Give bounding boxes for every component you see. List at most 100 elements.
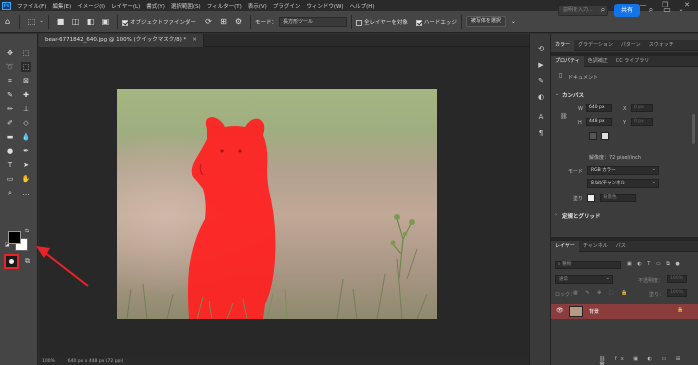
hard-edge-label: ハードエッジ bbox=[423, 19, 457, 26]
menu-window[interactable]: ウィンドウ(W) bbox=[303, 2, 346, 10]
tab-pattern[interactable]: パターン bbox=[617, 40, 645, 51]
menu-edit[interactable]: 編集(E) bbox=[49, 2, 74, 10]
object-selection-tool-icon[interactable]: ⬚ bbox=[27, 17, 36, 26]
search-icon[interactable]: ⌕ bbox=[598, 5, 608, 15]
opacity-field[interactable]: 100% bbox=[667, 275, 687, 283]
fill-opacity-label: 塗り： bbox=[649, 292, 665, 298]
tab-cc-libraries[interactable]: CC ライブラリ bbox=[612, 56, 654, 67]
menu-type[interactable]: 書式(Y) bbox=[143, 2, 168, 10]
fill-swatch[interactable] bbox=[587, 194, 595, 202]
document-canvas[interactable] bbox=[117, 89, 437, 319]
lock-icons[interactable]: ▦ ✎ ✥ ⬚ 🔒 bbox=[573, 290, 630, 296]
divider bbox=[117, 14, 118, 29]
color-mode-value: RGB カラー bbox=[591, 168, 616, 173]
menu-select[interactable]: 選択範囲(S) bbox=[168, 2, 204, 10]
sample-all-layers-checkbox[interactable] bbox=[356, 19, 363, 26]
show-objects-icon[interactable]: ⊞ bbox=[219, 17, 228, 26]
menu-image[interactable]: イメージ(I) bbox=[74, 2, 108, 10]
chevron-right-icon[interactable]: › bbox=[555, 212, 557, 218]
new-selection-icon[interactable]: ■ bbox=[56, 17, 65, 26]
height-label: H bbox=[578, 120, 582, 126]
menu-layer[interactable]: レイヤー(L) bbox=[108, 2, 143, 10]
fill-label: 塗り bbox=[573, 196, 584, 202]
workspace-icon[interactable]: ▭ bbox=[662, 5, 672, 15]
photoshop-logo-icon[interactable]: Ps bbox=[2, 1, 11, 10]
tab-adjustments[interactable]: 色調補正 bbox=[584, 56, 612, 67]
tab-gradient[interactable]: グラデーション bbox=[574, 40, 617, 51]
properties-panel-tabs: プロパティ 色調補正 CC ライブラリ bbox=[551, 55, 698, 67]
color-mode-label: モード bbox=[568, 169, 584, 175]
layer-thumbnail bbox=[569, 306, 583, 317]
tab-channels[interactable]: チャンネル bbox=[579, 241, 612, 252]
menu-file[interactable]: ファイル(F) bbox=[14, 2, 49, 10]
document-area: bear-6771842_640.jpg @ 100% (クイックマスク/8) … bbox=[36, 34, 529, 365]
landscape-orientation-icon[interactable] bbox=[601, 132, 609, 140]
character-icon[interactable]: A bbox=[536, 112, 546, 122]
refresh-icon[interactable]: ⟳ bbox=[204, 17, 213, 26]
eye-icon[interactable]: 👁 bbox=[556, 307, 564, 314]
gear-icon[interactable]: ⚙ bbox=[234, 17, 243, 26]
fill-opacity-field[interactable]: 100% bbox=[667, 289, 687, 297]
divider bbox=[460, 14, 462, 29]
add-selection-icon[interactable]: ◫ bbox=[71, 17, 80, 26]
hard-edge-checkbox[interactable] bbox=[415, 19, 422, 26]
play-icon[interactable]: ▶ bbox=[536, 60, 546, 70]
discover-icon[interactable]: ⌕ bbox=[646, 5, 656, 15]
menu-filter[interactable]: フィルター(T) bbox=[204, 2, 245, 10]
portrait-orientation-icon[interactable] bbox=[589, 132, 597, 140]
rulers-grid-heading: 定規とグリッド bbox=[562, 214, 601, 220]
home-icon[interactable]: ⌂ bbox=[3, 17, 12, 26]
paragraph-icon[interactable]: ¶ bbox=[536, 128, 546, 138]
share-button[interactable]: 共有 bbox=[614, 4, 640, 17]
height-field[interactable]: 448 px bbox=[586, 118, 612, 126]
x-field[interactable]: 0 px bbox=[631, 104, 653, 112]
width-field[interactable]: 640 px bbox=[586, 104, 612, 112]
y-label: Y bbox=[623, 120, 627, 126]
tab-color[interactable]: カラー bbox=[551, 39, 575, 51]
chevron-down-icon[interactable]: ⌄ bbox=[555, 91, 559, 97]
mode-dropdown-value: 長方形ツール bbox=[283, 18, 314, 25]
color-mode-dropdown[interactable]: RGB カラー bbox=[587, 166, 659, 175]
document-icon: ▯ bbox=[559, 72, 563, 79]
chevron-down-icon[interactable]: ⌄ bbox=[509, 17, 518, 26]
filter-icons[interactable]: ▣ ◐ T ▭ ⧉ ● bbox=[627, 261, 682, 267]
blend-mode-dropdown[interactable]: 通常 bbox=[555, 275, 613, 284]
object-finder-label: オブジェクトファインダー bbox=[130, 19, 197, 26]
object-finder-checkbox[interactable] bbox=[122, 19, 128, 26]
layer-filter-search[interactable]: ⌕ 種類 bbox=[555, 261, 621, 269]
resolution-text: 解像度：72 pixel/inch bbox=[589, 155, 641, 161]
layer-actions-icons[interactable]: ⛓ fx ▣ ◐ ▭ ⊞ 🗑 bbox=[599, 356, 698, 365]
menu-plugins[interactable]: プラグイン bbox=[270, 2, 304, 10]
select-subject-button[interactable]: 被写体を選択 bbox=[465, 16, 506, 27]
sample-all-layers-label: 全レイヤーを対象 bbox=[364, 19, 408, 26]
status-bar: 100% 640 px x 448 px (72 ppi) bbox=[39, 358, 529, 365]
y-field[interactable]: 0 px bbox=[631, 118, 653, 126]
workspace-chevron-icon[interactable]: ⌄ bbox=[676, 5, 686, 15]
subtract-selection-icon[interactable]: ◧ bbox=[86, 17, 95, 26]
intersect-selection-icon[interactable]: ▣ bbox=[101, 17, 110, 26]
fill-dropdown[interactable]: 背景色 bbox=[600, 194, 636, 202]
foreground-color-swatch[interactable] bbox=[8, 231, 21, 244]
bit-depth-dropdown[interactable]: 8 bit/チャンネル bbox=[587, 179, 659, 188]
tab-swatches[interactable]: スウォッチ bbox=[645, 40, 678, 51]
close-icon[interactable]: ✕ bbox=[192, 37, 197, 43]
history-icon[interactable]: ⟲ bbox=[536, 44, 546, 54]
chevron-down-icon[interactable]: ⌄ bbox=[39, 17, 44, 26]
opacity-label: 不透明度： bbox=[638, 278, 664, 284]
link-icon[interactable]: ⛓ bbox=[560, 113, 568, 120]
tab-paths[interactable]: パス bbox=[612, 241, 630, 252]
scrollbar[interactable] bbox=[692, 114, 695, 144]
panel-icon-strip: ⟲ ▶ ✎ ◐ A ¶ bbox=[529, 34, 551, 365]
layer-row-background[interactable]: 👁 背景 🔒 bbox=[551, 304, 698, 319]
menu-help[interactable]: ヘルプ(H) bbox=[347, 2, 378, 10]
adjustments-icon[interactable]: ◐ bbox=[536, 92, 546, 102]
tab-properties[interactable]: プロパティ bbox=[551, 55, 584, 67]
brush-settings-icon[interactable]: ✎ bbox=[536, 76, 546, 86]
x-label: X bbox=[623, 106, 627, 112]
mode-dropdown[interactable]: 長方形ツール bbox=[279, 16, 348, 27]
menu-view[interactable]: 表示(V) bbox=[245, 2, 270, 10]
tab-layers[interactable]: レイヤー bbox=[551, 240, 579, 252]
layer-name: 背景 bbox=[589, 309, 600, 315]
zoom-level[interactable]: 100% bbox=[42, 359, 55, 364]
divider bbox=[48, 14, 49, 29]
